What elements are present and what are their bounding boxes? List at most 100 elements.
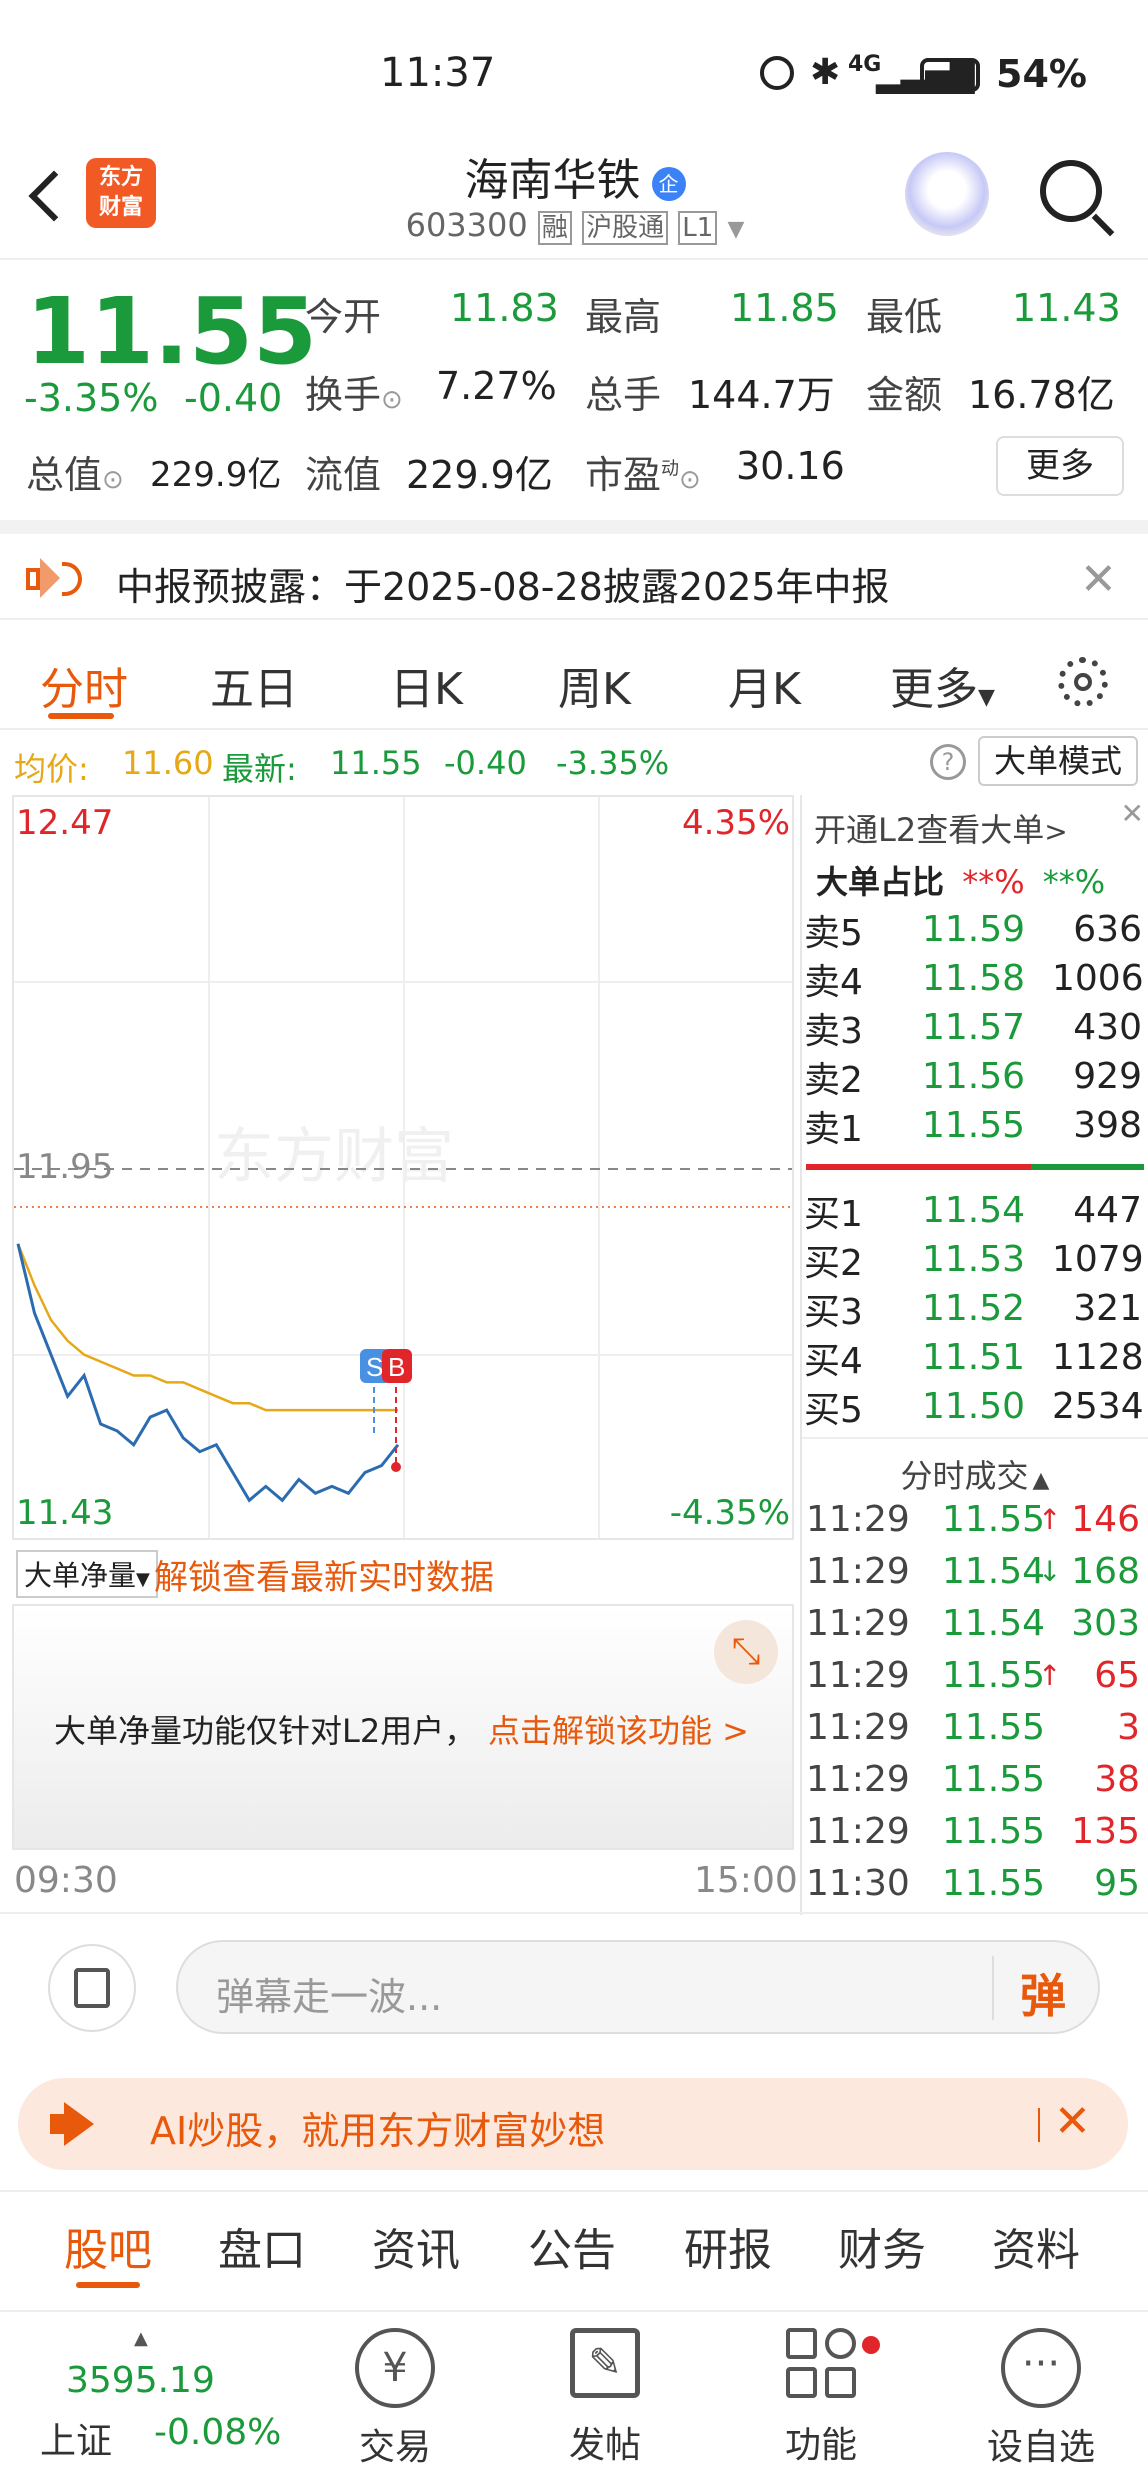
chart-watermark: 东方财富 — [214, 1123, 454, 1190]
close-icon[interactable]: ✕ — [1054, 2096, 1091, 2147]
latest-change: -0.40 — [444, 744, 527, 782]
bid-volume: 1128 — [1052, 1337, 1144, 1378]
info-icon: ⊙ — [679, 465, 701, 495]
tab-financials[interactable]: 财务 — [838, 2214, 926, 2278]
tab-research[interactable]: 研报 — [684, 2214, 772, 2278]
bid-price: 11.54 — [922, 1190, 1026, 1231]
amount-value: 16.78亿 — [968, 373, 1115, 417]
ask-label: 卖2 — [804, 1059, 863, 1101]
danmu-toggle-icon[interactable]: 弹 — [1020, 1960, 1066, 2026]
tab-news[interactable]: 资讯 — [372, 2214, 460, 2278]
trade-volume: 146 — [1071, 1498, 1140, 1540]
danmu-input[interactable]: 弹幕走一波... 弹 — [176, 1940, 1100, 2034]
speaker-icon — [26, 556, 82, 600]
help-icon[interactable]: ? — [930, 744, 966, 780]
tab-intraday[interactable]: 分时 — [40, 653, 128, 717]
ask-row[interactable]: 卖5 11.59 636 — [802, 905, 1148, 954]
trade-price: 11.55 — [942, 1498, 1046, 1540]
bid-label: 买4 — [804, 1340, 863, 1382]
trade-row: 11:29 11.55 3 — [802, 1701, 1148, 1753]
robot-avatar-icon[interactable] — [905, 152, 989, 236]
tab-five-day[interactable]: 五日 — [210, 653, 298, 717]
tab-forum[interactable]: 股吧 — [64, 2214, 152, 2278]
intraday-chart[interactable]: 东方财富 S B 12.47 4.35% 11.95 11.43 -4.35% — [12, 795, 794, 1540]
more-button[interactable]: 更多 — [996, 436, 1124, 496]
ask-volume: 398 — [1073, 1105, 1142, 1146]
tab-announcements[interactable]: 公告 — [528, 2214, 616, 2278]
pe-label: 市盈动⊙ — [585, 444, 701, 499]
latest-label: 最新: — [222, 750, 297, 788]
big-order-mode-button[interactable]: 大单模式 — [978, 736, 1138, 786]
trade-time: 11:29 — [806, 1706, 910, 1748]
danmu-placeholder: 弹幕走一波... — [216, 1975, 443, 2019]
order-book: 开通L2查看大单> ✕ 大单占比 **% **% 卖5 11.59 636 卖4 11… — [800, 795, 1148, 1915]
tab-weekly-k[interactable]: 周K — [558, 653, 631, 717]
ask-price: 11.58 — [922, 958, 1026, 999]
net-volume-dropdown[interactable]: 大单净量▼ — [16, 1550, 158, 1598]
add-watchlist-button[interactable]: ··· 设自选 — [976, 2328, 1106, 2478]
trades-title[interactable]: 分时成交 ▲ — [802, 1437, 1148, 1495]
bid-row[interactable]: 买5 11.50 2534 — [802, 1382, 1148, 1431]
stock-title-group[interactable]: 海南华铁 企 603300 融 沪股通 L1 ▼ — [390, 140, 760, 250]
chevron-left-icon — [28, 170, 80, 222]
trade-button[interactable]: ¥ 交易 — [340, 2328, 450, 2478]
bid-price: 11.51 — [922, 1337, 1026, 1378]
change-amount: -0.40 — [184, 376, 283, 420]
bid-row[interactable]: 买4 11.51 1128 — [802, 1333, 1148, 1382]
tab-profile[interactable]: 资料 — [992, 2214, 1080, 2278]
avg-value: 11.60 — [122, 744, 214, 782]
trade-price: 11.55 — [942, 1862, 1046, 1904]
tab-daily-k[interactable]: 日K — [390, 653, 463, 717]
ask-row[interactable]: 卖3 11.57 430 — [802, 1003, 1148, 1052]
l2-link[interactable]: 开通L2查看大单> ✕ — [802, 795, 1148, 849]
locked-text: 大单净量功能仅针对L2用户， — [54, 1712, 477, 1750]
notification-dot — [862, 2336, 880, 2354]
stock-name: 海南华铁 — [464, 155, 641, 206]
locked-link[interactable]: 点击解锁该功能 > — [488, 1706, 749, 1752]
low-value: 11.43 — [1012, 286, 1121, 330]
bid-row[interactable]: 买2 11.53 1079 — [802, 1235, 1148, 1284]
close-icon[interactable]: ✕ — [1121, 797, 1144, 830]
back-button[interactable] — [20, 160, 80, 230]
ask-row[interactable]: 卖1 11.55 398 — [802, 1101, 1148, 1150]
app-logo[interactable]: 东方 财富 — [86, 158, 156, 228]
trade-row: 11:29 11.55 135 — [802, 1805, 1148, 1857]
bid-row[interactable]: 买3 11.52 321 — [802, 1284, 1148, 1333]
expand-icon[interactable]: ⤡ — [714, 1620, 778, 1684]
pe-dynamic-sup: 动 — [661, 458, 680, 480]
tab-monthly-k[interactable]: 月K — [728, 653, 801, 717]
features-button[interactable]: 功能 — [766, 2328, 880, 2478]
trade-price: 11.55 — [942, 1706, 1046, 1748]
search-icon[interactable] — [1040, 160, 1102, 222]
unlock-link[interactable]: 解锁查看最新实时数据 — [154, 1550, 494, 1599]
trade-arrow: ↑ — [1038, 1658, 1062, 1692]
bid-label: 买3 — [804, 1291, 863, 1333]
ask-row[interactable]: 卖4 11.58 1006 — [802, 954, 1148, 1003]
logo-line1: 东方 — [98, 165, 143, 190]
nav-header: 东方 财富 海南华铁 企 603300 融 沪股通 L1 ▼ — [0, 140, 1148, 260]
notice-bar[interactable]: 中报预披露：于2025-08-28披露2025年中报 ✕ — [0, 520, 1148, 620]
turnover-label: 换手⊙ — [305, 364, 403, 419]
bid-row[interactable]: 买1 11.54 447 — [802, 1186, 1148, 1235]
post-button[interactable]: ✎ 发帖 — [550, 2328, 660, 2478]
ai-banner[interactable]: AI炒股，就用东方财富妙想 ✕ — [18, 2078, 1128, 2170]
battery-icon — [920, 58, 980, 92]
caret-up-icon: ▲ — [1032, 1468, 1050, 1493]
buy-marker-label: B — [388, 1352, 405, 1382]
notes-icon[interactable] — [48, 1944, 136, 2032]
ask-row[interactable]: 卖2 11.56 929 — [802, 1052, 1148, 1101]
ask-volume: 929 — [1073, 1056, 1142, 1097]
ratio-label: 大单占比 — [816, 863, 945, 901]
latest-value: 11.55 — [330, 744, 422, 782]
status-bar: 11:37 ✱ 4G ▂▃▅▇ 54% — [0, 0, 1148, 140]
danmu-divider — [992, 1956, 994, 2020]
index-widget[interactable]: ▲ 3595.19 上证 -0.08% — [30, 2328, 300, 2468]
tab-more[interactable]: 更多▼ — [890, 653, 995, 717]
tab-order-book[interactable]: 盘口 — [218, 2214, 306, 2278]
close-icon[interactable]: ✕ — [1080, 554, 1117, 605]
settings-gear-icon[interactable] — [1058, 657, 1108, 707]
ask-label: 卖4 — [804, 961, 863, 1003]
grid-icon — [786, 2328, 856, 2398]
ratio-sell: **% — [962, 863, 1025, 901]
trade-volume: 135 — [1071, 1810, 1140, 1852]
